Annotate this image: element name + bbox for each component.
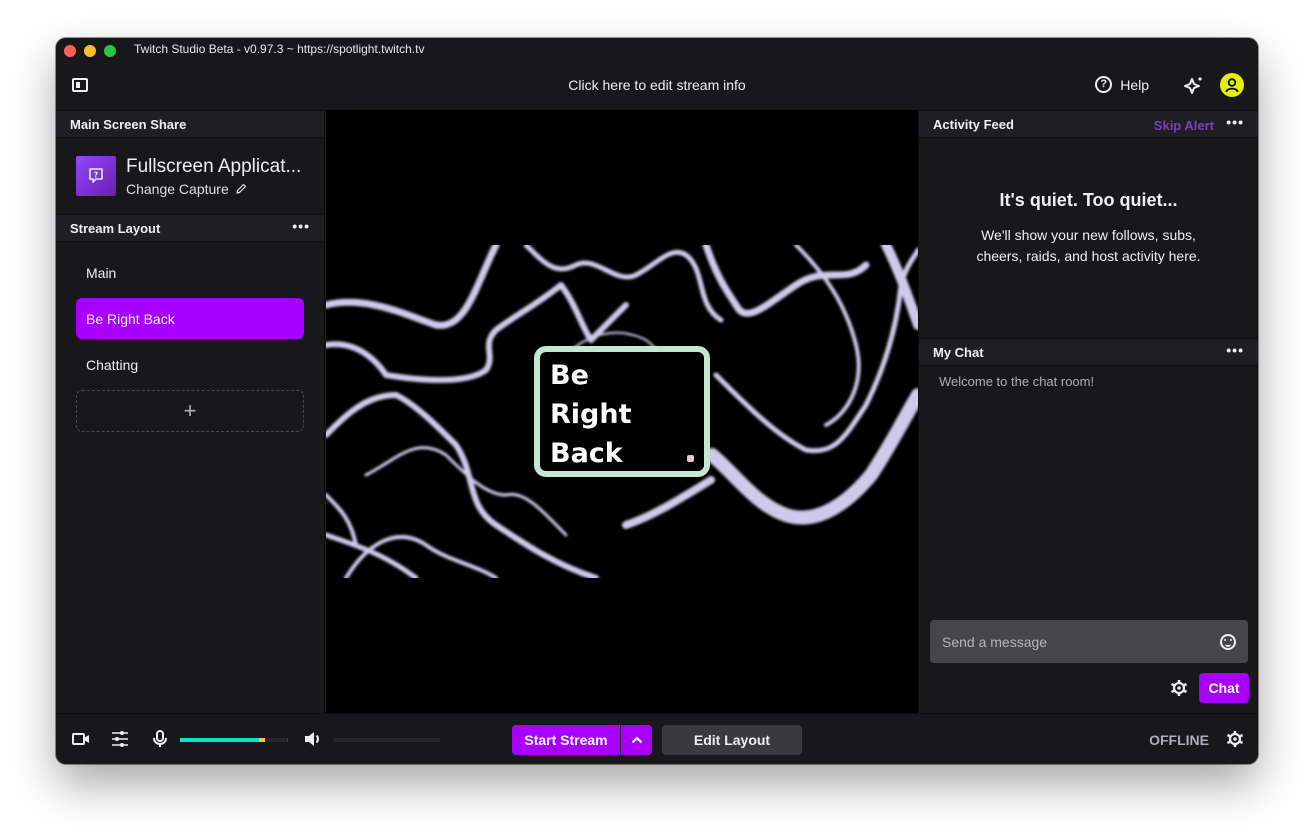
right-panel: Activity Feed Skip Alert ••• It's quiet.… xyxy=(918,110,1258,713)
chat-message-input[interactable]: Send a message xyxy=(930,620,1248,663)
emoji-picker-icon[interactable] xyxy=(1220,633,1236,650)
change-capture-label: Change Capture xyxy=(126,181,229,197)
minimize-window-button[interactable] xyxy=(84,45,96,57)
stream-layout-title: Stream Layout xyxy=(70,220,161,236)
stream-layout-header: Stream Layout ••• xyxy=(56,214,324,242)
screen-share-title: Main Screen Share xyxy=(70,116,187,132)
help-button[interactable]: ? Help xyxy=(1095,76,1149,93)
empty-state-text: We'll show your new follows, subs, cheer… xyxy=(976,227,1201,264)
more-options-icon[interactable]: ••• xyxy=(292,219,310,233)
start-stream-options-button[interactable] xyxy=(621,725,652,755)
stream-preview[interactable]: Be Right Back xyxy=(326,110,918,713)
sparkle-icon[interactable] xyxy=(1184,75,1204,95)
layout-list: Main Be Right Back Chatting + xyxy=(56,242,324,442)
user-avatar[interactable] xyxy=(1220,73,1244,97)
title-bar: Twitch Studio Beta - v0.97.3 ~ https://s… xyxy=(56,38,1258,62)
chat-settings-gear-icon[interactable] xyxy=(1170,679,1188,697)
activity-feed-header: Activity Feed Skip Alert ••• xyxy=(919,110,1258,138)
microphone-icon[interactable] xyxy=(152,730,168,748)
brb-frame: Be Right Back xyxy=(534,346,710,477)
add-layout-button[interactable]: + xyxy=(76,390,304,432)
edit-stream-info-link[interactable]: Click here to edit stream info xyxy=(56,77,1258,93)
brb-dot-decoration xyxy=(687,455,694,462)
edit-layout-button[interactable]: Edit Layout xyxy=(662,725,802,755)
skip-alert-button[interactable]: Skip Alert xyxy=(1154,118,1214,133)
layout-item-label: Chatting xyxy=(86,356,139,373)
more-options-icon[interactable]: ••• xyxy=(1226,343,1244,357)
settings-gear-icon[interactable] xyxy=(1226,730,1244,748)
chevron-up-icon xyxy=(631,736,642,744)
start-stream-button[interactable]: Start Stream xyxy=(512,725,620,755)
capture-source: ? Fullscreen Applicat... Change Capture xyxy=(56,138,324,214)
more-options-icon[interactable]: ••• xyxy=(1226,115,1244,129)
stream-status: OFFLINE xyxy=(1149,732,1209,748)
user-icon xyxy=(1225,78,1239,93)
send-chat-button[interactable]: Chat xyxy=(1199,673,1249,703)
desktop-audio-meter[interactable] xyxy=(333,738,440,742)
mic-clip-marker xyxy=(287,738,288,742)
mic-level-fill xyxy=(180,738,259,742)
mixer-settings-icon[interactable] xyxy=(111,730,129,748)
layout-item-be-right-back[interactable]: Be Right Back xyxy=(76,298,304,339)
question-circle-icon: ? xyxy=(1095,76,1113,93)
maximize-window-button[interactable] xyxy=(104,45,116,57)
brb-text-line: Back xyxy=(550,438,623,469)
scene-preview: Be Right Back xyxy=(326,245,918,578)
speaker-icon[interactable] xyxy=(304,730,322,748)
help-label: Help xyxy=(1120,76,1149,93)
capture-thumbnail[interactable]: ? xyxy=(76,156,116,196)
app-window: Twitch Studio Beta - v0.97.3 ~ https://s… xyxy=(56,38,1258,764)
activity-feed-title: Activity Feed xyxy=(933,116,1014,132)
activity-feed-empty-state: It's quiet. Too quiet... We'll show your… xyxy=(919,138,1258,338)
pencil-icon xyxy=(236,183,246,194)
layout-item-main[interactable]: Main xyxy=(76,252,304,293)
close-window-button[interactable] xyxy=(64,45,76,57)
left-panel: Main Screen Share ? Fullscreen Applicat.… xyxy=(56,110,325,713)
mic-peak-indicator xyxy=(258,738,266,742)
my-chat-header: My Chat ••• xyxy=(919,338,1258,366)
layout-item-chatting[interactable]: Chatting xyxy=(76,344,304,385)
chat-input-placeholder: Send a message xyxy=(942,633,1048,650)
capture-title: Fullscreen Applicat... xyxy=(126,156,302,177)
plus-icon: + xyxy=(183,398,197,423)
change-capture-button[interactable]: Change Capture xyxy=(126,181,247,197)
unknown-app-icon: ? xyxy=(89,168,103,183)
top-bar: Click here to edit stream info ? Help xyxy=(56,62,1258,110)
mic-level-meter[interactable] xyxy=(180,738,288,742)
empty-state-title: It's quiet. Too quiet... xyxy=(999,190,1178,210)
layout-item-label: Main xyxy=(86,264,117,281)
screen-share-header: Main Screen Share xyxy=(56,110,324,138)
window-title: Twitch Studio Beta - v0.97.3 ~ https://s… xyxy=(134,42,425,56)
bottom-bar: Start Stream Edit Layout OFFLINE xyxy=(56,713,1258,764)
my-chat-title: My Chat xyxy=(933,344,984,360)
layout-item-label: Be Right Back xyxy=(86,310,175,327)
brb-text-line: Right xyxy=(550,399,632,430)
brb-text-line: Be xyxy=(550,360,589,391)
chat-welcome-message: Welcome to the chat room! xyxy=(939,374,1095,389)
svg-text:?: ? xyxy=(94,171,99,180)
camera-icon[interactable] xyxy=(72,730,90,748)
